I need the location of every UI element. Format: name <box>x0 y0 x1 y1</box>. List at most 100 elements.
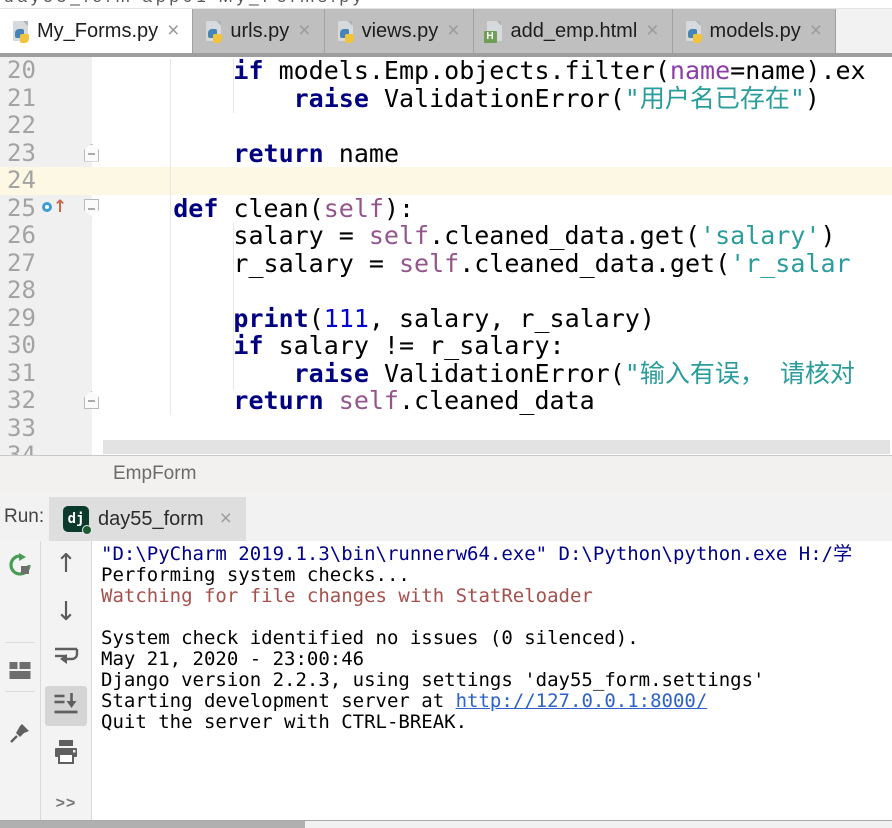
editor-tab[interactable]: models.py × <box>673 9 836 53</box>
gutter[interactable]: 33 <box>0 415 92 443</box>
tab-close-icon[interactable]: × <box>810 19 822 43</box>
line-number: 23 <box>0 139 36 167</box>
line-number: 32 <box>0 386 36 414</box>
code-line <box>92 277 113 305</box>
editor-hscrollbar-thumb[interactable] <box>103 440 890 454</box>
tab-bar: My_Forms.py × urls.py × views.py × H add… <box>0 9 892 57</box>
editor-line: 32 return self.cleaned_data <box>0 387 892 415</box>
console-line: Quit the server with CTRL-BREAK. <box>101 712 892 733</box>
gutter[interactable]: 23 <box>0 140 92 168</box>
editor-line: 22 <box>0 112 892 140</box>
line-number: 20 <box>0 57 36 84</box>
editor-line: 31 raise ValidationError("输入有误， 请核对 <box>0 360 892 388</box>
print-icon[interactable] <box>53 739 79 770</box>
editor-line: 21 raise ValidationError("用户名已存在") <box>0 85 892 113</box>
editor-tab[interactable]: H add_emp.html × <box>474 9 673 53</box>
gutter[interactable]: 24 <box>0 167 92 195</box>
editor-line: 20 if models.Emp.objects.filter(name=nam… <box>0 57 892 85</box>
line-number: 31 <box>0 359 36 387</box>
django-icon: dj <box>63 506 89 532</box>
editor-lines: 20 if models.Emp.objects.filter(name=nam… <box>0 57 892 455</box>
run-label: Run: <box>4 506 47 528</box>
code-line: if salary != r_salary: <box>92 332 565 360</box>
gutter[interactable]: 25 ↑ <box>0 195 92 223</box>
editor-line: 28 <box>0 277 892 305</box>
breadcrumb: day55_form app01 My_Forms.py <box>0 0 892 9</box>
gutter[interactable]: 26 <box>0 222 92 250</box>
editor-line: 25 ↑ def clean(self): <box>0 195 892 223</box>
indent-guide <box>233 59 234 113</box>
gutter[interactable]: 27 <box>0 250 92 278</box>
rerun-icon[interactable] <box>8 553 32 582</box>
gutter[interactable]: 32 <box>0 387 92 415</box>
line-number: 33 <box>0 414 36 442</box>
line-number: 26 <box>0 221 36 249</box>
console-line: May 21, 2020 - 23:00:46 <box>101 649 892 670</box>
editor-tab[interactable]: urls.py × <box>193 9 324 53</box>
line-number: 24 <box>0 166 36 194</box>
line-number: 34 <box>0 441 36 455</box>
server-url-link[interactable]: http://127.0.0.1:8000/ <box>456 690 708 712</box>
editor-tab[interactable]: My_Forms.py × <box>0 9 193 53</box>
gutter[interactable]: 20 <box>0 57 92 85</box>
editor-tab[interactable]: views.py × <box>325 9 474 53</box>
console-output[interactable]: "D:\PyCharm 2019.1.3\bin\runnerw64.exe" … <box>92 541 892 820</box>
structure-bar[interactable]: EmpForm <box>0 455 892 492</box>
indent-guide <box>233 223 234 390</box>
editor-line: 27 r_salary = self.cleaned_data.get('r_s… <box>0 250 892 278</box>
tab-label: views.py <box>362 20 439 43</box>
code-line <box>92 112 113 140</box>
gutter[interactable]: 31 <box>0 360 92 388</box>
editor-line: 33 <box>0 415 892 443</box>
console-hscrollbar <box>0 820 892 828</box>
soft-wrap-icon[interactable] <box>53 645 79 670</box>
gutter[interactable]: 29 <box>0 305 92 333</box>
code-editor[interactable]: 20 if models.Emp.objects.filter(name=nam… <box>0 57 892 455</box>
run-config-name: day55_form <box>98 508 204 531</box>
console-line: Performing system checks... <box>101 565 892 586</box>
structure-breadcrumb[interactable]: EmpForm <box>113 463 196 484</box>
console-hscrollbar-thumb[interactable] <box>0 821 305 828</box>
code-line: print(111, salary, r_salary) <box>92 305 655 333</box>
line-number: 27 <box>0 249 36 277</box>
gutter[interactable]: 34 <box>0 442 92 455</box>
line-number: 29 <box>0 304 36 332</box>
line-number: 30 <box>0 331 36 359</box>
code-line: r_salary = self.cleaned_data.get('r_sala… <box>92 250 851 278</box>
python-file-icon <box>686 21 703 41</box>
run-config-tab[interactable]: dj day55_form × <box>49 497 246 541</box>
tab-close-icon[interactable]: × <box>447 19 459 43</box>
gutter[interactable]: 30 <box>0 332 92 360</box>
code-line <box>92 167 113 195</box>
html-badge: H <box>484 31 497 43</box>
tab-close-icon[interactable]: × <box>167 19 179 43</box>
tab-label: My_Forms.py <box>37 20 158 43</box>
gutter[interactable]: 21 <box>0 85 92 113</box>
console-line: "D:\PyCharm 2019.1.3\bin\runnerw64.exe" … <box>101 544 892 565</box>
tab-label: add_emp.html <box>511 20 638 43</box>
override-icon[interactable]: ↑ <box>42 199 67 216</box>
tab-close-icon[interactable]: × <box>298 19 310 43</box>
layout-icon[interactable] <box>10 662 31 684</box>
up-arrow-icon[interactable]: ↑ <box>55 551 77 577</box>
code-line: salary = self.cleaned_data.get('salary') <box>92 222 836 250</box>
gutter[interactable]: 28 <box>0 277 92 305</box>
editor-line: 24 <box>0 167 892 195</box>
tab-label: urls.py <box>230 20 289 43</box>
editor-line: 30 if salary != r_salary: <box>0 332 892 360</box>
editor-line: 26 salary = self.cleaned_data.get('salar… <box>0 222 892 250</box>
line-number: 28 <box>0 276 36 304</box>
run-tab-close-icon[interactable]: × <box>220 507 232 531</box>
console-line: System check identified no issues (0 sil… <box>101 628 892 649</box>
down-arrow-icon[interactable]: ↓ <box>55 599 77 625</box>
code-line: if models.Emp.objects.filter(name=name).… <box>92 57 866 85</box>
code-line: return name <box>92 140 399 168</box>
console-line: Starting development server at http://12… <box>101 691 892 712</box>
gutter[interactable]: 22 <box>0 112 92 140</box>
code-line: raise ValidationError("用户名已存在") <box>92 85 820 113</box>
pin-icon[interactable] <box>9 722 31 749</box>
code-line: return self.cleaned_data <box>92 387 595 415</box>
scroll-to-end-icon[interactable] <box>54 692 79 723</box>
tab-close-icon[interactable]: × <box>646 19 658 43</box>
more-actions-button[interactable]: >> <box>56 795 77 813</box>
